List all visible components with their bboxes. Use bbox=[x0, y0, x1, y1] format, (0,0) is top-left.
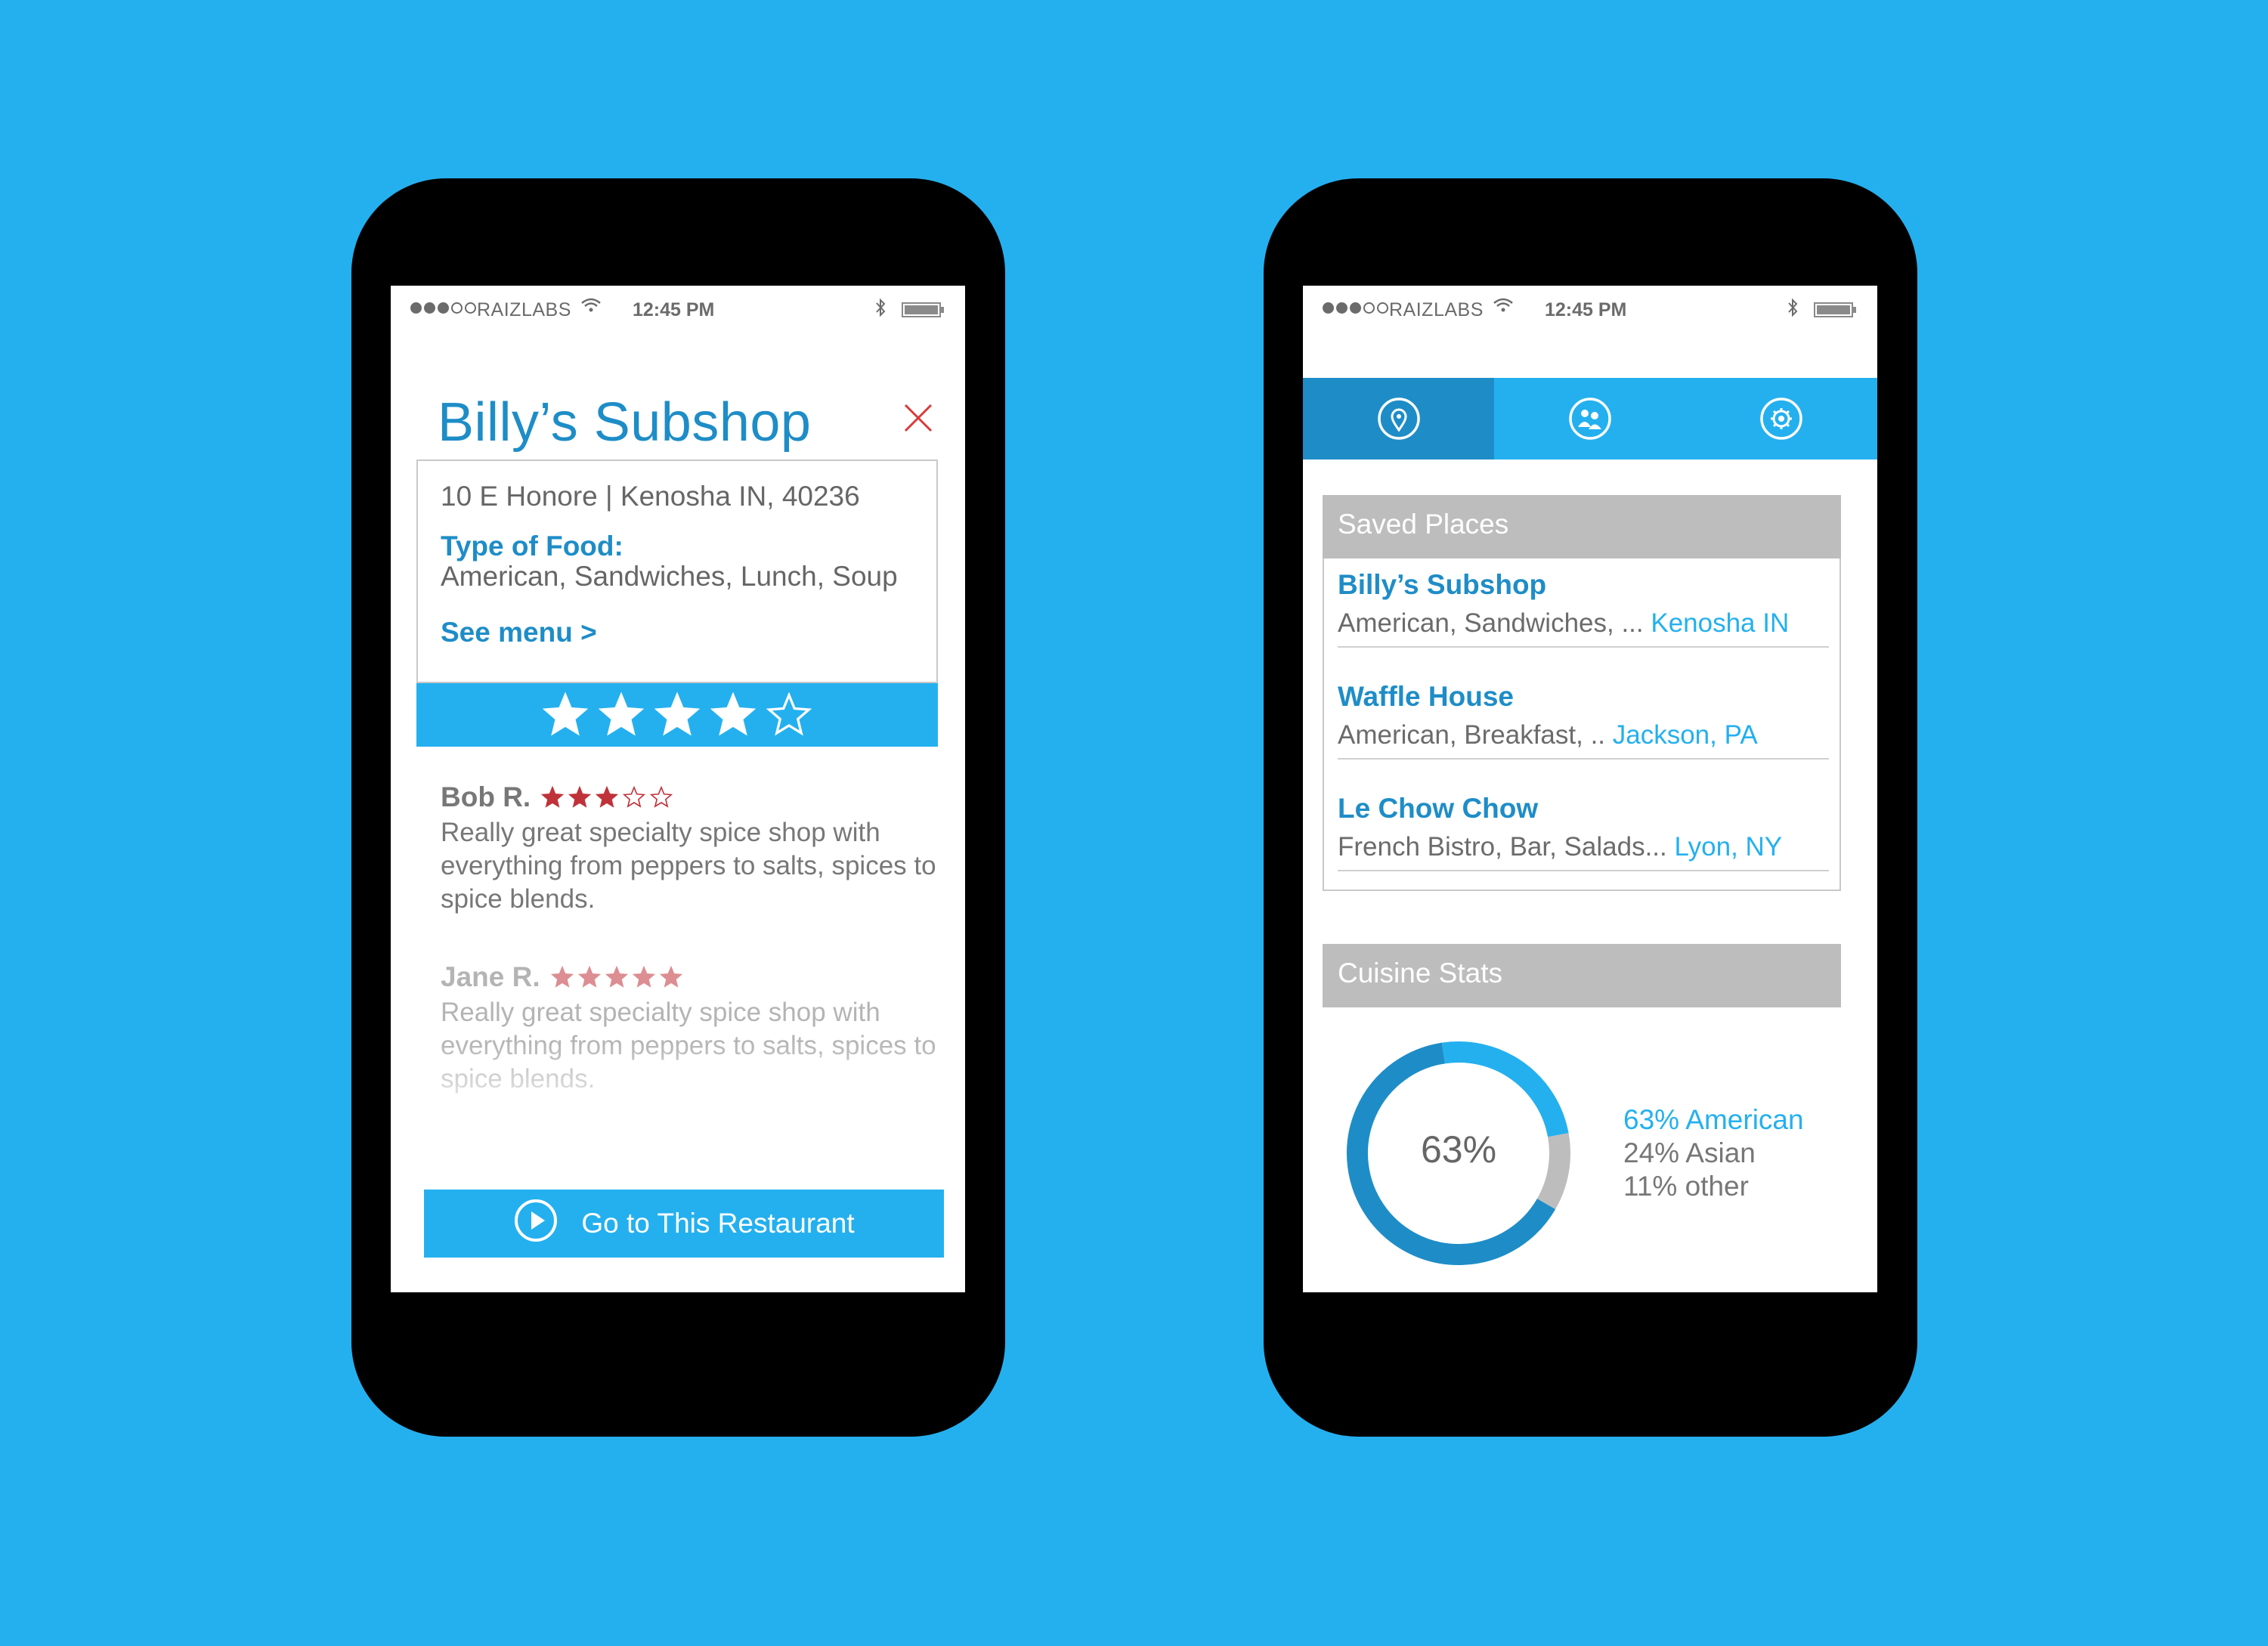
signal-strength-icon bbox=[410, 302, 476, 314]
review-rating bbox=[541, 786, 673, 809]
saved-places-list: Billy’s Subshop American, Sandwiches, ..… bbox=[1323, 558, 1841, 891]
star-filled-icon bbox=[568, 786, 592, 808]
star-filled-icon bbox=[654, 692, 700, 736]
tab-friends[interactable] bbox=[1494, 378, 1685, 459]
place-location: Jackson, PA bbox=[1612, 720, 1758, 750]
restaurant-address: 10 E Honore | Kenosha IN, 40236 bbox=[441, 481, 860, 512]
status-time: 12:45 PM bbox=[1545, 299, 1627, 320]
type-of-food-value: American, Sandwiches, Lunch, Soup bbox=[441, 561, 898, 592]
star-filled-icon bbox=[543, 692, 588, 736]
place-cuisines: French Bistro, Bar, Salads... bbox=[1338, 832, 1675, 862]
list-item[interactable]: Le Chow Chow French Bistro, Bar, Salads.… bbox=[1338, 782, 1829, 871]
star-filled-icon bbox=[599, 692, 644, 736]
place-description: American, Sandwiches, ... Kenosha IN bbox=[1338, 608, 1789, 639]
play-icon bbox=[513, 1198, 558, 1250]
star-empty-icon bbox=[766, 692, 812, 736]
type-of-food-label: Type of Food: bbox=[441, 531, 623, 562]
donut-slice-other bbox=[1536, 1133, 1570, 1209]
place-cuisines: American, Sandwiches, ... bbox=[1338, 608, 1651, 638]
signal-strength-icon bbox=[1323, 302, 1388, 314]
tab-settings[interactable] bbox=[1685, 378, 1877, 459]
status-bar: RAIZLABS 12:45 PM bbox=[391, 286, 965, 331]
location-pin-icon bbox=[1377, 398, 1420, 440]
review-rating bbox=[550, 966, 682, 989]
restaurant-title: Billy’s Subshop bbox=[438, 392, 812, 453]
donut-slice-asian bbox=[1441, 1041, 1569, 1137]
people-icon bbox=[1568, 398, 1611, 440]
place-description: French Bistro, Bar, Salads... Lyon, NY bbox=[1338, 832, 1782, 862]
cuisine-stats-header: Cuisine Stats bbox=[1323, 944, 1841, 1007]
rating-bar[interactable] bbox=[416, 683, 938, 747]
see-menu-link[interactable]: See menu > bbox=[441, 617, 597, 648]
place-name: Le Chow Chow bbox=[1338, 793, 1539, 824]
star-empty-icon bbox=[623, 786, 646, 808]
place-location: Kenosha IN bbox=[1651, 608, 1790, 638]
review-item: Bob R. Really great specialty spice shop… bbox=[441, 781, 939, 916]
tab-places[interactable] bbox=[1303, 378, 1494, 459]
place-cuisines: American, Breakfast, .. bbox=[1338, 720, 1613, 750]
star-filled-icon bbox=[596, 786, 619, 808]
wifi-icon bbox=[1493, 298, 1513, 317]
status-time: 12:45 PM bbox=[633, 299, 715, 320]
battery-icon bbox=[902, 302, 941, 317]
carrier-name: RAIZLABS bbox=[1389, 299, 1484, 320]
place-description: American, Breakfast, .. Jackson, PA bbox=[1338, 720, 1758, 750]
reviewer-name: Jane R. bbox=[441, 961, 540, 992]
star-filled-icon bbox=[605, 966, 628, 988]
star-filled-icon bbox=[659, 966, 682, 988]
place-name: Billy’s Subshop bbox=[1338, 569, 1547, 600]
list-item[interactable]: Billy’s Subshop American, Sandwiches, ..… bbox=[1338, 558, 1829, 648]
close-icon[interactable] bbox=[901, 401, 936, 435]
legend-item-asian: 24% Asian bbox=[1623, 1137, 1756, 1168]
bluetooth-icon bbox=[874, 298, 886, 323]
place-name: Waffle House bbox=[1338, 681, 1514, 712]
bluetooth-icon bbox=[1787, 298, 1799, 323]
status-bar: RAIZLABS 12:45 PM bbox=[1303, 286, 1877, 331]
star-filled-icon bbox=[710, 692, 756, 736]
tab-bar bbox=[1303, 378, 1877, 459]
star-empty-icon bbox=[650, 786, 673, 808]
review-text: Really great specialty spice shop with e… bbox=[441, 818, 936, 914]
go-button-label: Go to This Restaurant bbox=[581, 1208, 855, 1239]
chart-legend: 63% American 24% Asian 11% other bbox=[1623, 1103, 1804, 1203]
carrier-name: RAIZLABS bbox=[477, 299, 571, 320]
cuisine-donut-chart: 63% bbox=[1347, 1041, 1570, 1265]
donut-center-label: 63% bbox=[1421, 1128, 1496, 1171]
saved-places-header: Saved Places bbox=[1323, 495, 1841, 558]
gear-icon bbox=[1759, 398, 1802, 440]
go-to-restaurant-button[interactable]: Go to This Restaurant bbox=[424, 1190, 944, 1258]
profile-screen: RAIZLABS 12:45 PM Saved Places Billy’s S… bbox=[1303, 286, 1877, 1292]
place-location: Lyon, NY bbox=[1674, 832, 1783, 862]
legend-item-american: 63% American bbox=[1623, 1104, 1804, 1135]
wifi-icon bbox=[581, 298, 601, 317]
legend-item-other: 11% other bbox=[1623, 1171, 1749, 1202]
star-filled-icon bbox=[541, 786, 565, 808]
star-filled-icon bbox=[632, 966, 655, 988]
star-filled-icon bbox=[550, 966, 574, 988]
restaurant-detail-screen: RAIZLABS 12:45 PM Billy’s Subshop 10 E H… bbox=[391, 286, 965, 1292]
restaurant-info-card: 10 E Honore | Kenosha IN, 40236 Type of … bbox=[416, 459, 938, 683]
fade-overlay bbox=[391, 1041, 965, 1132]
star-filled-icon bbox=[577, 966, 601, 988]
phone-frame-right: RAIZLABS 12:45 PM Saved Places Billy’s S… bbox=[1264, 178, 1917, 1437]
phone-frame-left: RAIZLABS 12:45 PM Billy’s Subshop 10 E H… bbox=[351, 178, 1005, 1437]
battery-icon bbox=[1814, 302, 1853, 317]
list-item[interactable]: Waffle House American, Breakfast, .. Jac… bbox=[1338, 670, 1829, 760]
reviewer-name: Bob R. bbox=[441, 781, 531, 812]
